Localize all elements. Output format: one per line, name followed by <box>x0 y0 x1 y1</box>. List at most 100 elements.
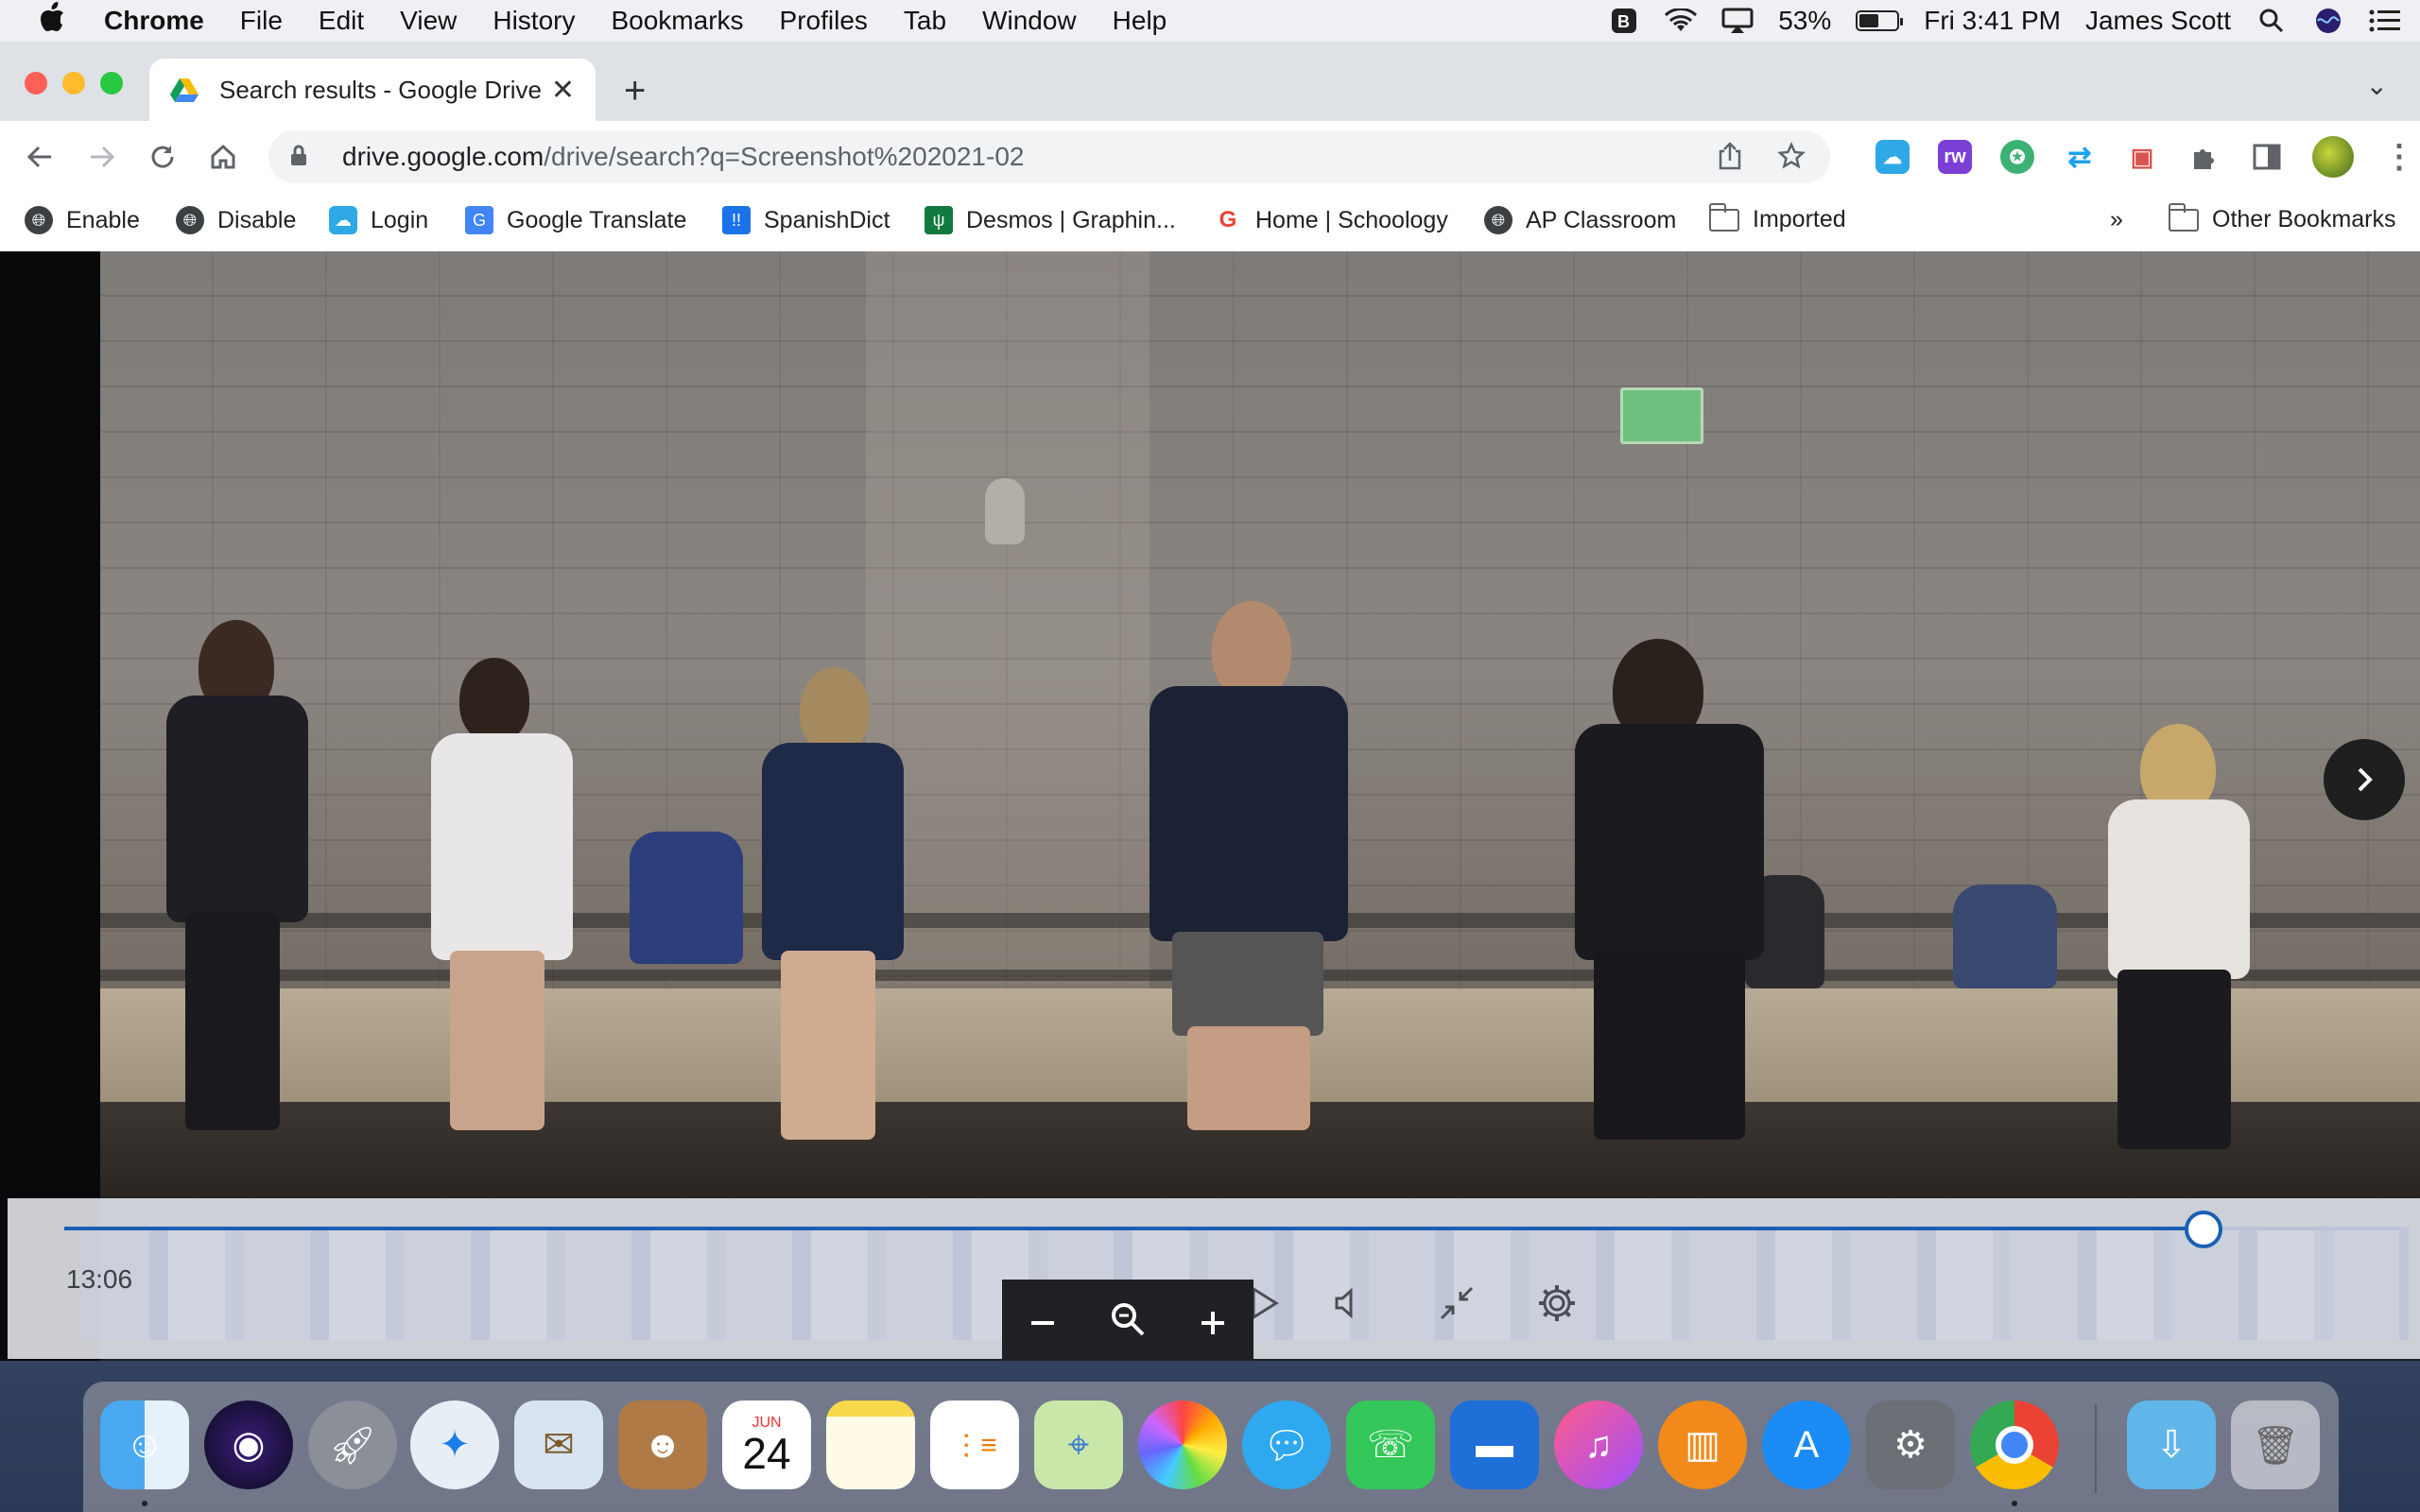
bookmark-spanishdict[interactable]: !! SpanishDict <box>722 206 890 234</box>
menu-file[interactable]: File <box>240 6 283 36</box>
wall-pillar <box>866 251 1150 1007</box>
new-tab-button[interactable]: + <box>624 70 646 112</box>
globe-icon: 🌐︎ <box>176 206 204 234</box>
finder-icon[interactable]: ☺ <box>100 1400 189 1489</box>
omnibox-actions <box>1717 141 1806 178</box>
side-panel-icon[interactable] <box>2250 140 2284 174</box>
zoom-magnifier-icon[interactable] <box>1109 1297 1147 1349</box>
keynote-icon[interactable]: ▬ <box>1450 1400 1539 1489</box>
bookmark-ap-classroom[interactable]: 🌐︎ AP Classroom <box>1484 206 1676 234</box>
bookmark-disable[interactable]: 🌐︎ Disable <box>176 206 296 234</box>
forward-button[interactable] <box>83 138 121 176</box>
tab-close-icon[interactable]: ✕ <box>551 74 575 107</box>
extension-green-icon[interactable]: ✪ <box>2000 140 2034 174</box>
extension-rw-icon[interactable]: rw <box>1938 140 1972 174</box>
bookmark-star-icon[interactable] <box>1777 141 1806 178</box>
status-area: B 53% Fri 3:41 PM James Scott <box>1608 0 2401 42</box>
extension-cloud-icon[interactable]: ☁ <box>1876 140 1910 174</box>
notification-center-icon[interactable] <box>2369 7 2401 35</box>
battery-icon[interactable] <box>1856 10 1904 31</box>
folder-icon <box>2169 202 2199 232</box>
downloads-folder-icon[interactable]: ⇩ <box>2127 1400 2216 1489</box>
chrome-menu-kebab-icon[interactable]: ⋮ <box>2382 139 2416 175</box>
extensions-puzzle-icon[interactable] <box>2187 140 2221 174</box>
running-indicator <box>2012 1501 2017 1506</box>
menu-tab[interactable]: Tab <box>904 6 946 36</box>
messages-icon[interactable]: 💬︎ <box>1242 1400 1331 1489</box>
safari-icon[interactable]: ✦ <box>410 1400 499 1489</box>
mail-icon[interactable]: ✉ <box>514 1400 603 1489</box>
folder-icon <box>1709 202 1739 232</box>
app-store-icon[interactable]: A <box>1762 1400 1851 1489</box>
chrome-icon[interactable] <box>1970 1400 2059 1489</box>
home-button[interactable] <box>204 138 242 176</box>
zoom-window-button[interactable] <box>100 72 123 94</box>
bookmark-label: Enable <box>66 206 140 233</box>
facetime-icon[interactable]: ☏ <box>1346 1400 1435 1489</box>
next-file-button[interactable] <box>2324 739 2405 820</box>
zoom-in-button[interactable] <box>1198 1297 1228 1349</box>
user-name[interactable]: James Scott <box>2085 6 2231 36</box>
menu-view[interactable]: View <box>400 6 457 36</box>
zoom-out-button[interactable] <box>1028 1297 1058 1349</box>
svg-text:B: B <box>1617 12 1630 31</box>
reminders-icon[interactable]: ⋮≡ <box>930 1400 1019 1489</box>
address-bar[interactable]: drive.google.com /drive/search?q=Screens… <box>268 130 1830 183</box>
siri-icon[interactable]: ◉ <box>204 1400 293 1489</box>
menu-bookmarks[interactable]: Bookmarks <box>611 6 743 36</box>
spotlight-search-icon[interactable] <box>2256 7 2288 35</box>
bookmark-schoology[interactable]: G Home | Schoology <box>1214 206 1448 234</box>
back-button[interactable] <box>21 138 59 176</box>
extension-arrows-icon[interactable]: ⇄ <box>2063 140 2097 174</box>
bookmark-enable[interactable]: 🌐︎ Enable <box>25 206 140 234</box>
airplay-icon[interactable] <box>1721 7 1754 35</box>
bookmark-login[interactable]: ☁ Login <box>329 206 428 234</box>
settings-gear-icon[interactable] <box>1533 1280 1581 1327</box>
tab-search-chevron-icon[interactable]: ⌄ <box>2366 70 2388 101</box>
battery-percent: 53% <box>1778 6 1832 35</box>
minimize-window-button[interactable] <box>62 72 85 94</box>
menu-history[interactable]: History <box>493 6 575 36</box>
tab-google-drive[interactable]: Search results - Google Drive ✕ <box>149 59 596 121</box>
close-window-button[interactable] <box>25 72 47 94</box>
bookmark-folder-other[interactable]: Other Bookmarks <box>2169 202 2396 233</box>
calendar-icon[interactable]: JUN 24 <box>722 1400 811 1489</box>
lock-icon[interactable] <box>289 145 310 169</box>
progress-scrubber[interactable] <box>2184 1211 2222 1248</box>
menu-profiles[interactable]: Profiles <box>780 6 868 36</box>
system-preferences-icon[interactable]: ⚙ <box>1866 1400 1955 1489</box>
bookmark-folder-imported[interactable]: Imported <box>1709 202 1846 233</box>
exit-fullscreen-icon[interactable] <box>1433 1280 1480 1327</box>
current-time: 13:06 <box>66 1264 133 1294</box>
launchpad-icon[interactable]: 🚀︎ <box>308 1400 397 1489</box>
bookmark-label: Desmos | Graphin... <box>966 206 1176 233</box>
maps-icon[interactable]: ⌖ <box>1034 1400 1123 1489</box>
share-icon[interactable] <box>1717 142 1743 178</box>
google-drive-icon <box>170 77 199 103</box>
extension-screencast-icon[interactable]: ▣ <box>2125 140 2159 174</box>
menu-edit[interactable]: Edit <box>319 6 364 36</box>
bookmarks-overflow-button[interactable]: » <box>2110 206 2123 233</box>
wifi-icon[interactable] <box>1665 7 1698 35</box>
clock[interactable]: Fri 3:41 PM <box>1924 6 2061 36</box>
bookmark-google-translate[interactable]: G Google Translate <box>465 206 686 234</box>
volume-button[interactable] <box>1323 1280 1371 1327</box>
bartender-icon[interactable]: B <box>1608 7 1640 35</box>
apple-menu-icon[interactable] <box>38 1 72 41</box>
trash-icon[interactable]: 🗑︎ <box>2231 1400 2320 1489</box>
menu-help[interactable]: Help <box>1113 6 1167 36</box>
books-icon[interactable]: ▥ <box>1658 1400 1747 1489</box>
bookmark-desmos[interactable]: ψ Desmos | Graphin... <box>925 206 1176 234</box>
notes-icon[interactable] <box>826 1400 915 1489</box>
reload-button[interactable] <box>144 138 182 176</box>
menu-window[interactable]: Window <box>982 6 1077 36</box>
contacts-icon[interactable]: ☻ <box>618 1400 707 1489</box>
menu-app-name[interactable]: Chrome <box>104 6 204 36</box>
profile-avatar[interactable] <box>2312 136 2354 178</box>
itunes-icon[interactable]: ♫ <box>1554 1400 1643 1489</box>
photos-icon[interactable] <box>1138 1400 1227 1489</box>
bookmark-label: Disable <box>217 206 297 233</box>
progress-track[interactable] <box>64 1227 2399 1230</box>
video-frame[interactable] <box>100 251 2420 1198</box>
siri-icon[interactable] <box>2312 7 2344 35</box>
